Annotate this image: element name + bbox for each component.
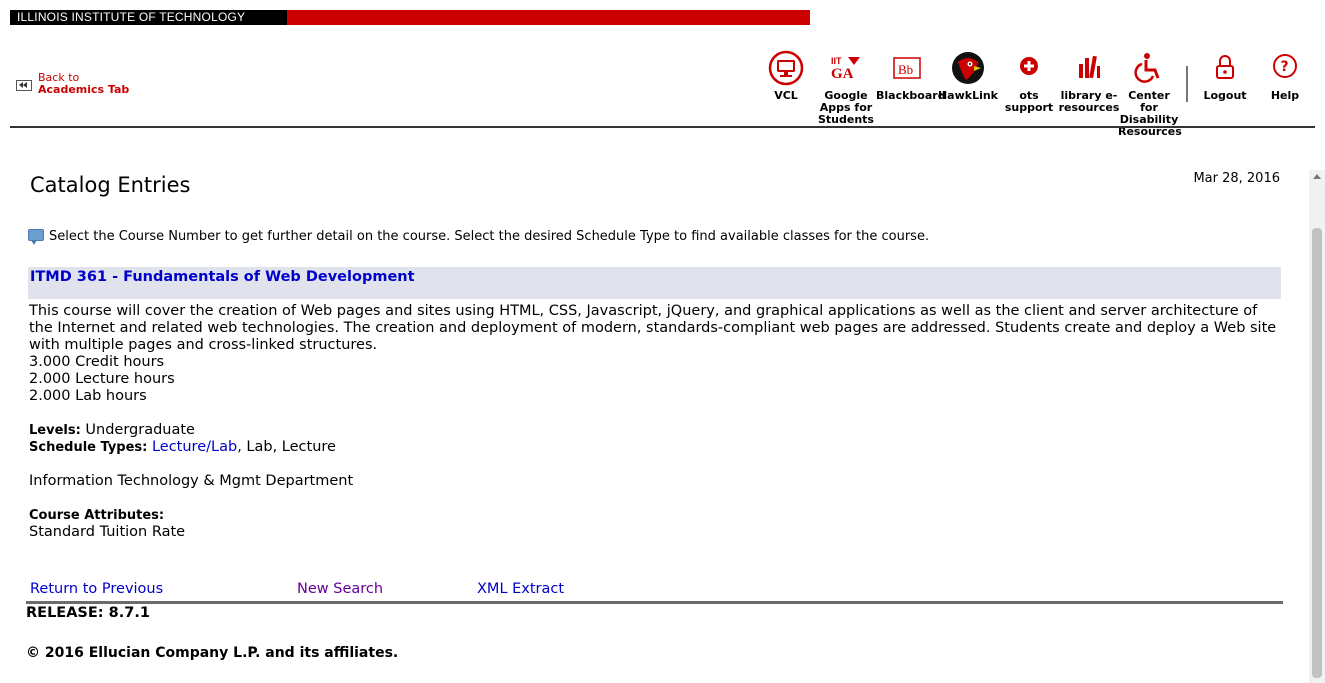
svg-text:Bb: Bb xyxy=(898,62,913,77)
monitor-icon xyxy=(768,50,804,86)
nav-help-label: Help xyxy=(1270,89,1300,102)
xml-extract-link[interactable]: XML Extract xyxy=(477,581,564,597)
info-message: Select the Course Number to get further … xyxy=(28,228,930,245)
google-apps-icon: IIT GA xyxy=(831,56,860,82)
header-divider xyxy=(10,126,1315,128)
nav-logout[interactable]: Logout xyxy=(1194,50,1256,102)
blackboard-icon: Bb xyxy=(893,57,921,79)
svg-text:IIT: IIT xyxy=(831,56,842,66)
nav-logout-label: Logout xyxy=(1203,89,1247,102)
nav-help[interactable]: ? Help xyxy=(1254,50,1316,102)
svg-text:?: ? xyxy=(1281,59,1289,75)
course-title-bar: ITMD 361 - Fundamentals of Web Developme… xyxy=(28,267,1281,299)
nav-google-apps[interactable]: IIT GA Google Apps for Students xyxy=(815,50,877,126)
schedule-type-lecture-lab-link[interactable]: Lecture/Lab xyxy=(152,439,237,455)
svg-text:GA: GA xyxy=(831,66,854,82)
course-title-link[interactable]: ITMD 361 - Fundamentals of Web Developme… xyxy=(30,269,415,285)
nav-disability-resources[interactable]: Center for Disability Resources xyxy=(1118,50,1182,138)
course-attributes-value: Standard Tuition Rate xyxy=(29,524,186,540)
schedule-types-label: Schedule Types: xyxy=(29,440,148,455)
course-description: This course will cover the creation of W… xyxy=(29,303,1277,353)
nav-separator xyxy=(1186,66,1188,102)
nav-google-apps-label: Google Apps for Students xyxy=(818,89,874,126)
nav-ots-support-label: ots support xyxy=(1004,89,1054,114)
nav-hawklink[interactable]: HawkLink xyxy=(937,50,999,102)
nav-hawklink-label: HawkLink xyxy=(937,89,999,102)
levels-value: Undergraduate xyxy=(85,422,195,438)
credit-hours: 3.000 Credit hours xyxy=(29,354,165,370)
scroll-up-arrow-icon[interactable] xyxy=(1313,174,1321,179)
schedule-types-row: Schedule Types: Lecture/Lab, Lab, Lectur… xyxy=(29,439,1281,456)
department: Information Technology & Mgmt Department xyxy=(29,473,354,489)
books-icon xyxy=(1079,55,1100,79)
page-scrollbar[interactable] xyxy=(1309,170,1325,683)
top-banner: ILLINOIS INSTITUTE OF TECHNOLOGY xyxy=(10,10,810,25)
schedule-types-rest: , Lab, Lecture xyxy=(237,439,336,455)
speech-bubble-icon xyxy=(28,228,44,245)
course-details: This course will cover the creation of W… xyxy=(29,303,1281,541)
nav-vcl[interactable]: VCL xyxy=(755,50,817,102)
nav-library[interactable]: library e-resources xyxy=(1058,50,1120,114)
lecture-hours: 2.000 Lecture hours xyxy=(29,371,175,387)
page-date: Mar 28, 2016 xyxy=(1193,171,1280,186)
return-to-previous-link[interactable]: Return to Previous xyxy=(30,581,163,597)
nav-ots-support[interactable]: ots support xyxy=(998,50,1060,114)
back-arrow-icon xyxy=(16,80,32,91)
footer-divider xyxy=(26,601,1283,604)
wheelchair-icon xyxy=(1134,53,1160,83)
levels-label: Levels: xyxy=(29,423,81,438)
release-version: RELEASE: 8.7.1 xyxy=(26,605,150,621)
back-to-academics-link[interactable]: Back to Academics Tab xyxy=(16,72,129,96)
plus-icon xyxy=(1020,57,1038,75)
course-attributes-label: Course Attributes: xyxy=(29,508,165,523)
hawk-icon xyxy=(952,52,984,84)
question-icon: ? xyxy=(1273,54,1297,78)
lock-icon xyxy=(1216,55,1234,79)
nav-blackboard-label: Blackboard xyxy=(876,89,946,102)
page-title: Catalog Entries xyxy=(30,173,191,197)
nav-blackboard[interactable]: Bb Blackboard xyxy=(876,50,946,102)
copyright: © 2016 Ellucian Company L.P. and its aff… xyxy=(26,645,399,661)
nav-library-label: library e-resources xyxy=(1058,89,1120,114)
new-search-link[interactable]: New Search xyxy=(297,581,383,597)
back-link-line2: Academics Tab xyxy=(38,83,130,96)
institution-name: ILLINOIS INSTITUTE OF TECHNOLOGY xyxy=(10,10,287,25)
nav-vcl-label: VCL xyxy=(774,89,798,102)
nav-disability-resources-label: Center for Disability Resources xyxy=(1118,89,1182,138)
levels-row: Levels: Undergraduate xyxy=(29,422,1281,439)
info-text: Select the Course Number to get further … xyxy=(49,229,930,244)
scroll-thumb[interactable] xyxy=(1312,228,1322,678)
lab-hours: 2.000 Lab hours xyxy=(29,388,147,404)
